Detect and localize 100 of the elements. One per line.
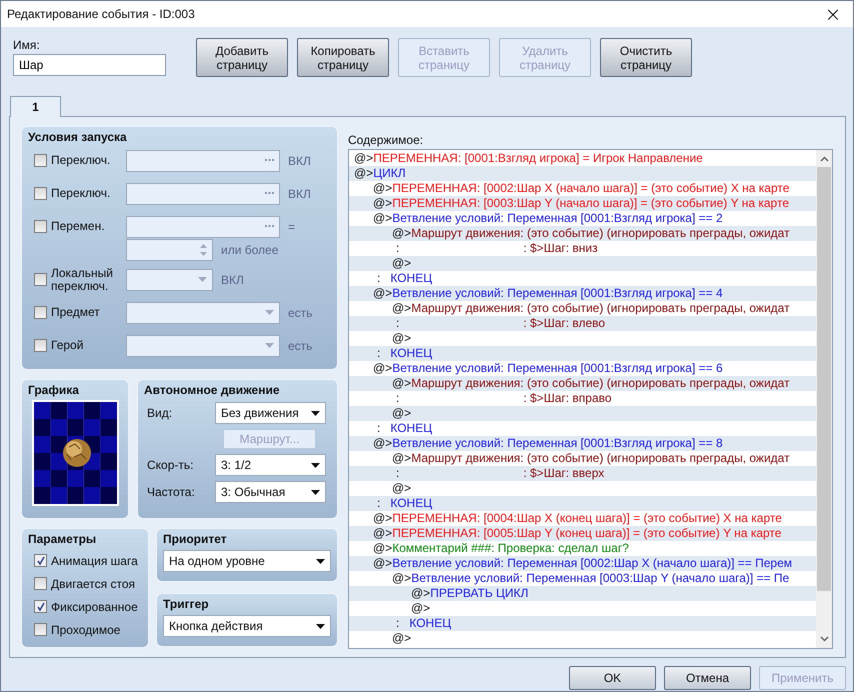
command-text[interactable]: Маршрут движения: (это событие) (игнорировать преграды, ожидат xyxy=(411,226,790,241)
dropdown[interactable] xyxy=(126,268,213,290)
checkbox[interactable] xyxy=(34,154,47,167)
line-prefix: @> xyxy=(373,436,392,451)
condition-label: Переключ. xyxy=(51,187,112,200)
checkbox[interactable] xyxy=(34,554,47,567)
command-text[interactable]: Ветвление условий: Переменная [0001:Взгляд игрока] == 2 xyxy=(392,211,723,226)
command-text[interactable]: КОНЕЦ xyxy=(390,421,432,436)
dialog-button[interactable]: OK xyxy=(569,666,656,690)
command-text[interactable]: ПЕРЕМЕННАЯ: [0004:Шар X (конец шага)] = (это событие) X на карте xyxy=(392,511,782,526)
group-title: Графика xyxy=(28,383,80,397)
group-title: Условия запуска xyxy=(28,130,128,144)
picker-field[interactable] xyxy=(126,182,280,204)
group-title: Триггер xyxy=(163,597,210,611)
picker-field[interactable] xyxy=(126,150,280,172)
line-prefix: @> xyxy=(411,586,430,601)
command-text[interactable]: : $>Шаг: влево xyxy=(523,316,606,331)
page-button[interactable]: Добавить страницу xyxy=(196,38,288,77)
command-text[interactable]: Ветвление условий: Переменная [0001:Взгляд игрока] == 4 xyxy=(392,286,723,301)
command-text[interactable]: Ветвление условий: Переменная [0003:Шар Y (начало шага)] == Пе xyxy=(411,571,790,586)
command-text[interactable]: : $>Шаг: вверх xyxy=(523,466,604,481)
line-prefix: : xyxy=(376,421,380,436)
checkbox[interactable] xyxy=(34,220,47,233)
dropdown[interactable] xyxy=(126,334,280,356)
number-spinner[interactable] xyxy=(126,239,213,261)
checkbox[interactable] xyxy=(34,273,47,286)
command-text[interactable]: ПЕРЕМЕННАЯ: [0001:Взгляд игрока] = Игрок Направление xyxy=(373,151,703,166)
checkbox[interactable] xyxy=(34,187,47,200)
line-prefix: @> xyxy=(373,181,392,196)
option-label: Фиксированное xyxy=(51,600,138,614)
line-prefix: @> xyxy=(373,196,392,211)
caret-icon xyxy=(311,490,320,494)
condition-suffix: или более xyxy=(221,243,278,257)
command-text[interactable]: КОНЕЦ xyxy=(390,346,432,361)
priority-dropdown[interactable]: На одном уровне xyxy=(163,550,331,572)
command-text[interactable]: ПЕРЕМЕННАЯ: [0003:Шар Y (начало шага)] = (это событие) Y на карте xyxy=(392,196,789,211)
caret-icon xyxy=(265,343,274,348)
line-prefix: @> xyxy=(354,151,374,166)
command-text[interactable]: Ветвление условий: Переменная [0002:Шар X (начало шага)] == Перем xyxy=(392,556,792,571)
command-text[interactable]: Маршрут движения: (это событие) (игнорировать преграды, ожидат xyxy=(411,451,790,466)
checkbox[interactable] xyxy=(34,623,47,636)
scroll-down-icon[interactable] xyxy=(820,636,828,642)
window-title: Редактирование события - ID:003 xyxy=(7,7,195,21)
caret-icon xyxy=(316,624,325,628)
line-prefix: @> xyxy=(373,211,392,226)
ellipsis-icon xyxy=(265,159,274,162)
line-prefix: @> xyxy=(392,226,412,241)
frequency-dropdown[interactable]: 3: Обычная xyxy=(215,481,326,503)
line-prefix: @> xyxy=(392,376,412,391)
close-button[interactable]: × xyxy=(813,1,853,27)
scroll-up-icon[interactable] xyxy=(820,156,828,162)
command-text[interactable]: ПРЕРВАТЬ ЦИКЛ xyxy=(430,586,528,601)
line-prefix: @> xyxy=(392,256,412,271)
condition-suffix: есть xyxy=(288,306,312,320)
caret-icon xyxy=(198,277,207,282)
page-tab[interactable]: 1 xyxy=(10,96,61,117)
page-button[interactable]: Очистить страницу xyxy=(600,38,692,77)
command-text[interactable]: ЦИКЛ xyxy=(373,166,406,181)
command-text[interactable]: КОНЕЦ xyxy=(390,496,432,511)
name-field[interactable]: Шар xyxy=(13,54,166,76)
command-text[interactable]: КОНЕЦ xyxy=(390,271,432,286)
command-text[interactable]: Маршрут движения: (это событие) (игнорировать преграды, ожидат xyxy=(411,376,790,391)
caret-icon xyxy=(265,310,274,315)
command-text[interactable]: ПЕРЕМЕННАЯ: [0002:Шар X (начало шага)] = (это событие) X на карте xyxy=(392,181,790,196)
line-prefix: @> xyxy=(411,601,430,616)
checkbox[interactable] xyxy=(34,339,47,352)
command-text[interactable]: Комментарий ###: Проверка: сделал шаг? xyxy=(392,541,629,556)
trigger-dropdown[interactable]: Кнопка действия xyxy=(163,615,331,637)
dialog-button[interactable]: Отмена xyxy=(664,666,751,690)
speed-label: Скор-ть: xyxy=(146,458,194,472)
command-text[interactable]: Ветвление условий: Переменная [0001:Взгляд игрока] == 6 xyxy=(392,361,723,376)
caret-icon xyxy=(316,558,325,564)
picker-field[interactable] xyxy=(126,216,280,238)
command-text[interactable]: Ветвление условий: Переменная [0001:Взгляд игрока] == 8 xyxy=(392,436,723,451)
command-text[interactable]: : $>Шаг: вниз xyxy=(523,241,598,256)
command-text[interactable]: КОНЕЦ xyxy=(409,616,452,631)
rock-ball-sprite-drawing[interactable] xyxy=(32,400,119,506)
checkbox[interactable] xyxy=(34,577,47,590)
group-title: Автономное движение xyxy=(144,383,281,397)
checkbox[interactable] xyxy=(34,306,47,319)
page-button[interactable]: Копировать страницу xyxy=(297,38,389,77)
condition-label: Герой xyxy=(51,339,84,352)
command-text[interactable]: ПЕРЕМЕННАЯ: [0005:Шар Y (конец шага)] = (это событие) Y на карте xyxy=(392,526,782,541)
scrollbar[interactable] xyxy=(816,150,832,648)
command-text[interactable]: : $>Шаг: вправо xyxy=(523,391,612,406)
line-prefix: : xyxy=(395,316,400,331)
type-label: Вид: xyxy=(146,406,174,420)
scrollbar-thumb[interactable] xyxy=(817,167,831,591)
dropdown[interactable] xyxy=(126,302,280,324)
line-prefix: : xyxy=(395,241,400,256)
checkbox[interactable] xyxy=(34,600,47,613)
line-prefix: @> xyxy=(373,361,392,376)
line-prefix: @> xyxy=(373,511,392,526)
option-label: Проходимое xyxy=(51,622,120,636)
line-prefix: @> xyxy=(392,451,412,466)
line-prefix: : xyxy=(376,346,380,361)
command-text[interactable]: Маршрут движения: (это событие) (игнорировать преграды, ожидат xyxy=(411,301,790,316)
line-prefix: @> xyxy=(392,571,412,586)
movement-type-dropdown[interactable]: Без движения xyxy=(215,402,326,424)
speed-dropdown[interactable]: 3: 1/2 xyxy=(215,454,326,476)
